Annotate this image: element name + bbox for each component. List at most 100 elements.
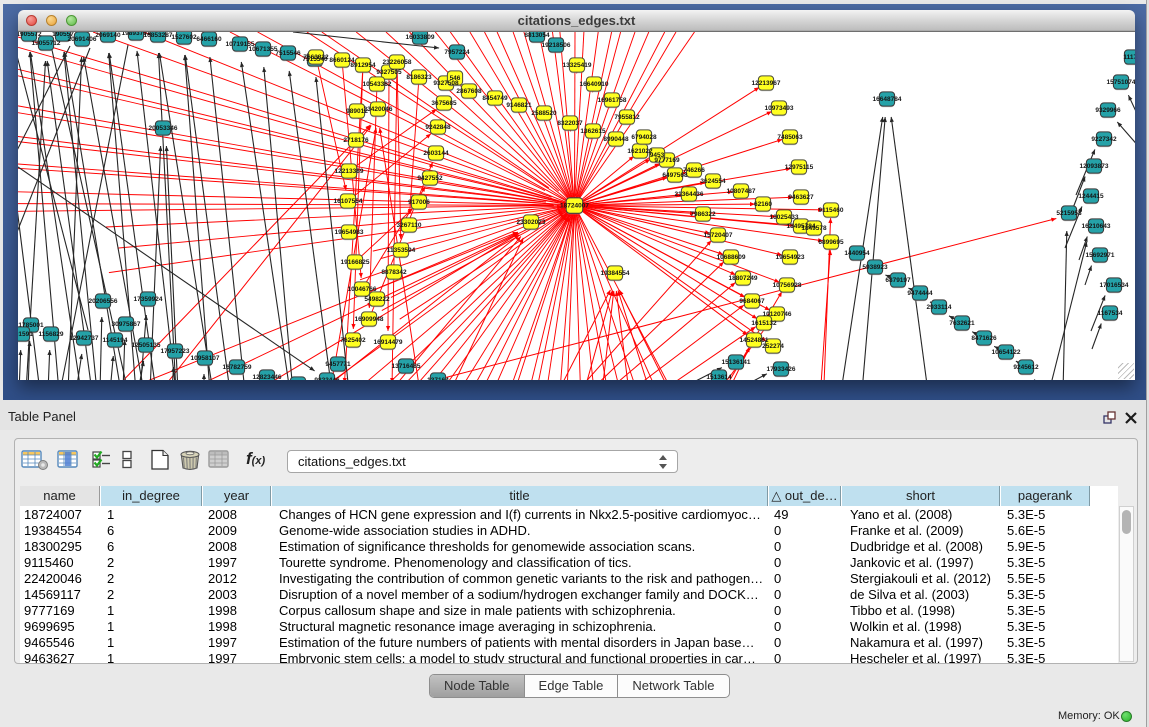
svg-text:3675685: 3675685 [431,100,457,107]
svg-text:8660124: 8660124 [329,57,355,64]
svg-text:1621022: 1621022 [627,148,653,155]
svg-text:23226058: 23226058 [383,59,412,66]
svg-text:13325419: 13325419 [563,62,592,69]
svg-text:9115460: 9115460 [819,207,844,214]
svg-text:16648784: 16648784 [873,96,902,103]
svg-text:19166825: 19166825 [341,259,370,266]
svg-text:1905572: 1905572 [18,32,42,38]
svg-text:15720407: 15720407 [704,232,733,239]
svg-text:917006: 917006 [408,199,430,206]
svg-text:10973493: 10973493 [765,105,794,112]
svg-text:1785001: 1785001 [18,322,44,329]
svg-text:16640910: 16640910 [580,81,609,88]
svg-text:30975867: 30975867 [112,321,141,328]
svg-text:23302023: 23302023 [517,219,546,226]
svg-text:20053346: 20053346 [149,125,178,132]
svg-text:8186323: 8186323 [406,74,432,81]
svg-text:62160: 62160 [754,201,772,208]
svg-text:6794028: 6794028 [631,134,657,141]
svg-text:10543382: 10543382 [363,81,392,88]
svg-text:10853287: 10853287 [144,32,173,39]
svg-text:9227342: 9227342 [1091,136,1117,143]
svg-text:20206556: 20206556 [89,298,118,305]
svg-text:15136141: 15136141 [722,359,751,366]
svg-text:8878342: 8878342 [381,269,407,276]
svg-text:9329966: 9329966 [1095,107,1121,114]
svg-text:12975115: 12975115 [785,164,814,171]
svg-text:391591: 391591 [18,331,33,338]
svg-text:17933426: 17933426 [767,366,796,373]
svg-text:3624554: 3624554 [700,178,726,185]
svg-text:17359924: 17359924 [134,296,163,303]
svg-text:1615132: 1615132 [751,320,777,327]
svg-text:1849578: 1849578 [801,225,827,232]
svg-text:12093873: 12093873 [1080,163,1109,170]
svg-text:11171: 11171 [1123,54,1135,61]
svg-text:8990448: 8990448 [603,136,629,143]
svg-text:10807487: 10807487 [727,188,756,195]
svg-text:16909948: 16909948 [355,316,384,323]
svg-text:15751074: 15751074 [1107,79,1135,86]
svg-text:6466160: 6466160 [196,36,222,43]
svg-text:12505135: 12505135 [132,342,161,349]
svg-text:5938923: 5938923 [862,264,888,271]
svg-text:10654122: 10654122 [992,349,1021,356]
svg-text:1156829: 1156829 [39,331,64,338]
svg-text:2718176: 2718176 [343,137,369,144]
svg-text:252274: 252274 [762,343,784,350]
svg-text:10756928: 10756928 [773,282,802,289]
svg-text:546: 546 [450,75,461,82]
svg-text:19654923: 19654923 [776,254,805,261]
svg-text:16961758: 16961758 [598,97,627,104]
svg-text:9245612: 9245612 [1013,364,1039,371]
svg-text:1513614: 1513614 [706,374,732,380]
svg-text:10025433: 10025433 [770,214,799,221]
svg-text:15692971: 15692971 [1086,252,1115,259]
svg-text:2867608: 2867608 [456,88,482,95]
svg-text:12213389: 12213389 [335,168,364,175]
svg-text:1440954: 1440954 [844,250,870,257]
svg-text:16914479: 16914479 [374,339,403,346]
svg-text:9242848: 9242848 [425,124,451,131]
svg-text:16210643: 16210643 [1082,223,1111,230]
svg-text:17016534: 17016534 [1100,282,1129,289]
svg-text:17957223: 17957223 [161,348,190,355]
svg-text:5498222: 5498222 [364,296,390,303]
svg-text:8454749: 8454749 [482,95,508,102]
svg-text:1145194: 1145194 [103,337,128,344]
svg-text:23420046: 23420046 [364,106,393,113]
svg-text:1527602: 1527602 [171,34,197,41]
svg-text:12942737: 12942737 [70,335,99,342]
svg-text:1362615: 1362615 [580,128,606,135]
svg-text:7625402: 7625402 [340,337,366,344]
svg-text:7663822: 7663822 [303,54,329,61]
svg-text:16033809: 16033809 [406,34,435,41]
svg-text:18724007: 18724007 [560,203,589,210]
svg-text:12213967: 12213967 [752,80,781,87]
svg-text:2603144: 2603144 [423,150,449,157]
svg-text:2588520: 2588520 [531,110,557,117]
svg-text:137164: 137164 [427,377,449,380]
svg-text:7986322: 7986322 [690,211,716,218]
svg-text:10958107: 10958107 [191,355,220,362]
svg-text:7515546: 7515546 [275,50,301,57]
svg-text:9684067: 9684067 [739,298,765,305]
svg-text:3267110: 3267110 [397,222,422,229]
svg-text:7632621: 7632621 [949,320,975,327]
svg-text:9823446: 9823446 [314,377,340,380]
svg-text:11353594: 11353594 [387,247,416,254]
svg-text:19654983: 19654983 [335,229,364,236]
svg-text:12823446: 12823446 [253,374,282,380]
svg-text:8813054: 8813054 [524,32,550,39]
svg-text:8471626: 8471626 [971,335,997,342]
svg-text:7957224: 7957224 [444,49,470,56]
svg-text:6899695: 6899695 [818,239,844,246]
svg-text:6879197: 6879197 [885,277,911,284]
svg-text:9457771: 9457771 [325,361,351,368]
svg-text:21364436: 21364436 [675,191,704,198]
svg-text:2069140: 2069140 [95,32,121,39]
svg-text:16782759: 16782759 [223,364,252,371]
svg-text:16107554: 16107554 [334,198,363,205]
svg-text:9463627: 9463627 [788,194,814,201]
svg-text:10120746: 10120746 [763,311,792,318]
